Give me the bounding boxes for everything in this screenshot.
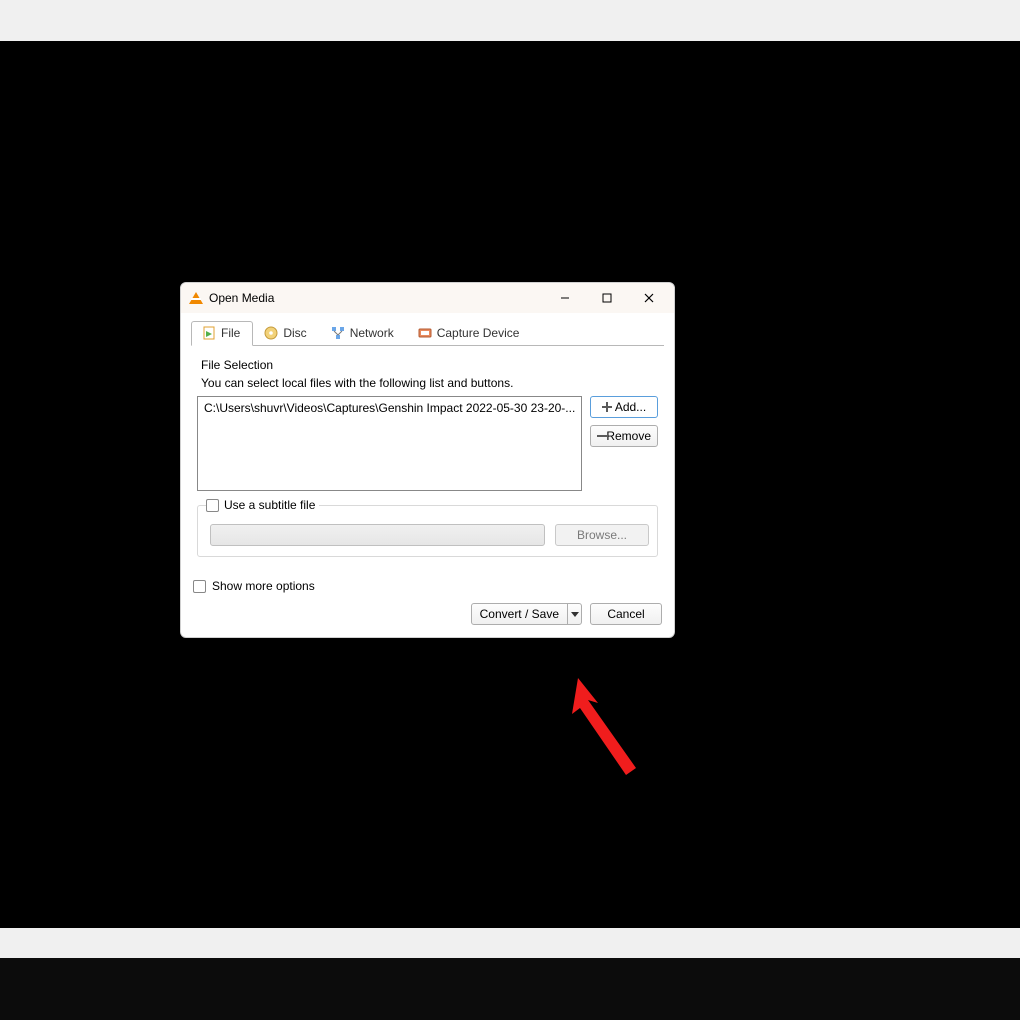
minus-icon [597, 431, 603, 441]
chevron-down-icon [571, 612, 579, 617]
add-button[interactable]: Add... [590, 396, 658, 418]
annotation-arrow-icon [558, 678, 678, 798]
dialog-body: File Selection You can select local file… [181, 346, 674, 569]
tab-label: Disc [283, 326, 306, 340]
tab-strip: File Disc Network [191, 321, 664, 346]
dialog-footer: Convert / Save Cancel [181, 593, 674, 637]
tab-label: File [221, 326, 240, 340]
subtitle-checkbox[interactable] [206, 499, 219, 512]
page-bottom-light [0, 928, 1020, 958]
remove-label: Remove [606, 429, 651, 443]
capture-icon [418, 326, 432, 340]
network-icon [331, 326, 345, 340]
plus-icon [602, 402, 612, 412]
subtitle-path-field [210, 524, 545, 546]
more-options-checkbox[interactable] [193, 580, 206, 593]
file-icon [202, 326, 216, 340]
tab-network[interactable]: Network [320, 321, 407, 346]
remove-button[interactable]: Remove [590, 425, 658, 447]
browse-label: Browse... [577, 528, 627, 542]
browse-button: Browse... [555, 524, 649, 546]
file-list-entry[interactable]: C:\Users\shuvr\Videos\Captures\Genshin I… [204, 401, 575, 415]
minimize-button[interactable] [544, 284, 586, 312]
tab-area: File Disc Network [181, 313, 674, 346]
add-label: Add... [615, 400, 646, 414]
disc-icon [264, 326, 278, 340]
page-bottom-dark [0, 958, 1020, 1020]
cancel-button[interactable]: Cancel [590, 603, 662, 625]
tab-label: Network [350, 326, 394, 340]
tab-capture[interactable]: Capture Device [407, 321, 533, 346]
convert-save-button[interactable]: Convert / Save [471, 603, 582, 625]
app-video-area: Open Media File [0, 41, 1020, 928]
more-options-label: Show more options [212, 579, 315, 593]
subtitle-checkbox-label: Use a subtitle file [224, 498, 315, 512]
tab-file[interactable]: File [191, 321, 253, 346]
file-selection-help: You can select local files with the foll… [201, 376, 658, 390]
subtitle-group: Use a subtitle file Browse... [197, 505, 658, 557]
window-controls [544, 284, 670, 312]
file-selection-label: File Selection [201, 358, 658, 372]
options-row: Show more options [181, 569, 674, 593]
close-button[interactable] [628, 284, 670, 312]
page-top-bar [0, 0, 1020, 41]
vlc-cone-icon [189, 291, 203, 305]
convert-dropdown-toggle[interactable] [567, 604, 581, 624]
tab-label: Capture Device [437, 326, 520, 340]
dialog-title: Open Media [209, 291, 274, 305]
dialog-titlebar[interactable]: Open Media [181, 283, 674, 313]
convert-label[interactable]: Convert / Save [472, 604, 567, 624]
open-media-dialog: Open Media File [180, 282, 675, 638]
cancel-label: Cancel [607, 607, 644, 621]
file-list[interactable]: C:\Users\shuvr\Videos\Captures\Genshin I… [197, 396, 582, 491]
tab-disc[interactable]: Disc [253, 321, 319, 346]
maximize-button[interactable] [586, 284, 628, 312]
